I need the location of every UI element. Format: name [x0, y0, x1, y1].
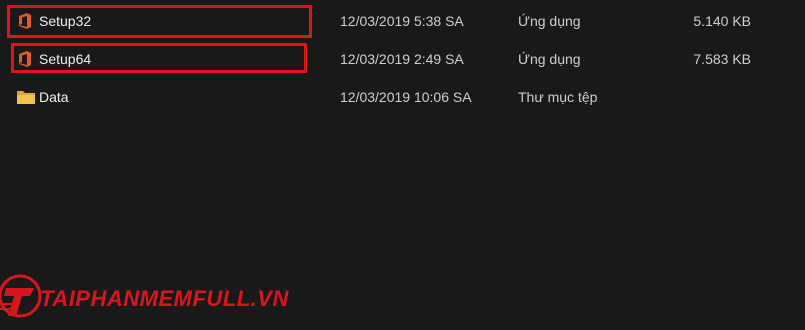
watermark-text: TAIPHANMEMFULL.VN: [40, 286, 289, 311]
file-type: Thư mục tệp: [518, 89, 598, 105]
file-row-setup32[interactable]: Setup32 12/03/2019 5:38 SA Ứng dụng 5.14…: [0, 3, 805, 39]
office-icon: [16, 12, 34, 30]
file-date: 12/03/2019 5:38 SA: [340, 13, 464, 29]
folder-icon: [16, 88, 35, 106]
file-size: 7.583 KB: [693, 51, 751, 67]
watermark-logo: TAIPHANMEMFULL.VN: [0, 262, 288, 330]
file-date: 12/03/2019 2:49 SA: [340, 51, 464, 67]
office-icon: [16, 50, 34, 68]
file-name: Setup32: [39, 13, 92, 29]
watermark-emblem-icon: [0, 274, 42, 318]
file-date: 12/03/2019 10:06 SA: [340, 89, 472, 105]
file-size: 5.140 KB: [693, 13, 751, 29]
file-row-data[interactable]: Data 12/03/2019 10:06 SA Thư mục tệp: [0, 79, 805, 115]
file-row-setup64[interactable]: Setup64 12/03/2019 2:49 SA Ứng dụng 7.58…: [0, 41, 805, 77]
file-type: Ứng dụng: [518, 51, 581, 67]
file-name: Data: [39, 89, 69, 105]
file-name: Setup64: [39, 51, 92, 67]
file-type: Ứng dụng: [518, 13, 581, 29]
